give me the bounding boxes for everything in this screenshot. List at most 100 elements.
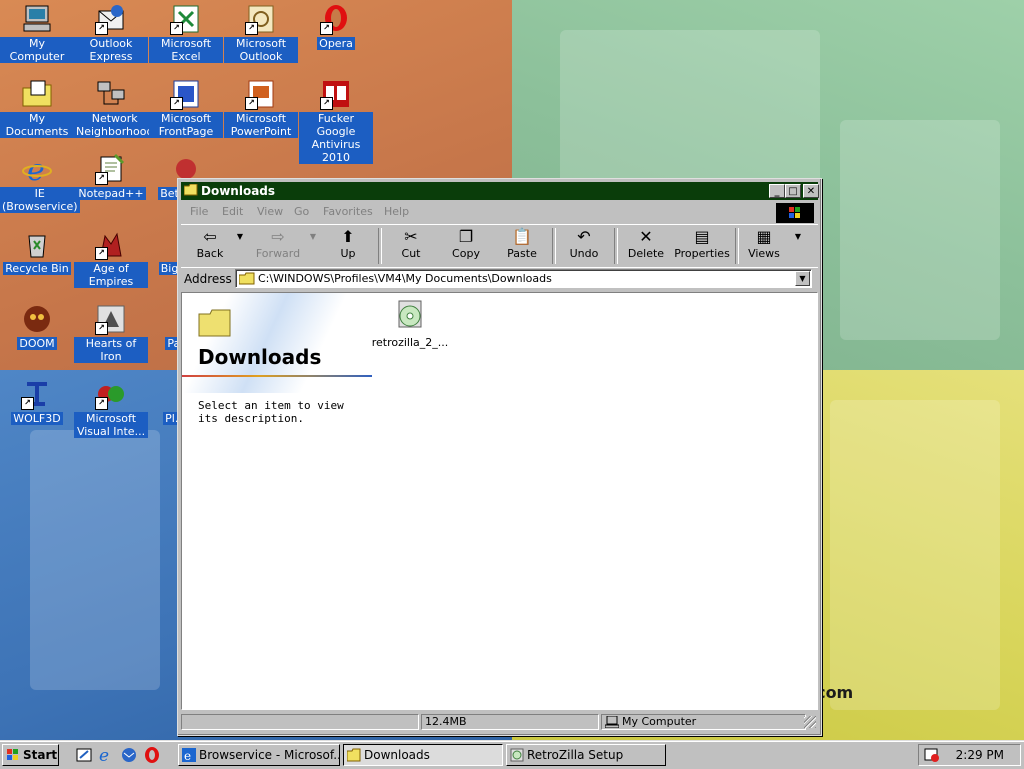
address-input[interactable]: C:\WINDOWS\Profiles\VM4\My Documents\Dow… bbox=[235, 269, 812, 288]
age-of-empires-icon: ↗ bbox=[95, 228, 127, 260]
folder-view[interactable]: Downloads Select an item to view its des… bbox=[181, 292, 818, 710]
desktop-icon-microsoft-frontpage[interactable]: ↗ Microsoft FrontPage bbox=[149, 78, 223, 138]
menu-help[interactable]: Help bbox=[384, 205, 409, 218]
scheduler-icon[interactable] bbox=[924, 748, 940, 762]
maximize-button[interactable]: □ bbox=[785, 184, 801, 198]
toolbar-separator bbox=[614, 228, 618, 264]
menu-favorites[interactable]: Favorites bbox=[323, 205, 373, 218]
status-bar: 12.4MB My Computer bbox=[181, 712, 818, 732]
desktop-icon-visual-interdev[interactable]: ↗ Microsoft Visual Inte... bbox=[74, 378, 148, 438]
desktop-icon-label: My Documents bbox=[0, 112, 74, 138]
desktop-icon-doom[interactable]: DOOM bbox=[0, 303, 74, 350]
desktop-icon-network-neighborhood[interactable]: Network Neighborhood bbox=[74, 78, 156, 138]
task-downloads[interactable]: Downloads bbox=[343, 744, 503, 766]
web-panel-divider bbox=[182, 375, 372, 377]
folder-icon bbox=[184, 184, 198, 196]
minimize-button[interactable]: _ bbox=[769, 184, 785, 198]
address-dropdown-button[interactable]: ▼ bbox=[795, 271, 810, 286]
desktop-icon-notepad-plus-plus[interactable]: ↗ Notepad++ bbox=[74, 153, 148, 200]
explorer-window[interactable]: Downloads _ □ ✕ File Edit View Go Favori… bbox=[177, 178, 822, 736]
desktop-icon-opera[interactable]: ↗ Opera bbox=[299, 3, 373, 50]
wolf3d-icon: ↗ bbox=[21, 378, 53, 410]
web-panel-description: Select an item to view its description. bbox=[198, 399, 344, 425]
file-item[interactable]: retrozilla_2_... bbox=[370, 299, 450, 349]
window-titlebar[interactable]: Downloads _ □ ✕ bbox=[181, 182, 819, 200]
desktop-icon-label: IE (Browservice) bbox=[0, 187, 80, 213]
outlook-express-icon[interactable] bbox=[120, 746, 138, 764]
windows-flag-icon bbox=[7, 749, 18, 760]
window-title: Downloads bbox=[201, 184, 276, 198]
internet-explorer-icon[interactable]: e bbox=[97, 746, 115, 766]
desktop-icon-antivirus[interactable]: ↗ Fucker Google Antivirus 2010 bbox=[299, 78, 373, 164]
desktop-icon-microsoft-outlook[interactable]: ↗ Microsoft Outlook bbox=[224, 3, 298, 63]
desktop-icon-microsoft-excel[interactable]: ↗ Microsoft Excel bbox=[149, 3, 223, 63]
web-panel-title: Downloads bbox=[198, 345, 322, 369]
dropdown-arrow-icon: ▼ bbox=[794, 232, 802, 241]
undo-icon: ↶ bbox=[577, 227, 591, 246]
desktop-icon-label: Network Neighborhood bbox=[74, 112, 156, 138]
back-arrow-icon: ⇦ bbox=[203, 227, 217, 246]
desktop-icon-ie-browservice[interactable]: e IE (Browservice) bbox=[0, 153, 80, 213]
folder-icon bbox=[239, 272, 255, 285]
delete-button[interactable]: ✕ Delete bbox=[619, 227, 673, 265]
desktop-icon-hearts-of-iron[interactable]: ↗ Hearts of Iron bbox=[74, 303, 148, 363]
computer-icon bbox=[605, 716, 619, 728]
folder-icon bbox=[347, 748, 361, 762]
undo-button[interactable]: ↶ Undo bbox=[557, 227, 611, 265]
desktop-icon-label: WOLF3D bbox=[11, 412, 63, 425]
setup-installer-icon bbox=[398, 300, 422, 328]
outlook-express-icon: ↗ bbox=[95, 3, 127, 35]
views-dropdown[interactable]: ▼ bbox=[791, 227, 805, 265]
powerpoint-icon: ↗ bbox=[245, 78, 277, 110]
task-retrozilla-setup[interactable]: RetroZilla Setup bbox=[506, 744, 666, 766]
windows-logo-icon bbox=[776, 203, 814, 223]
status-location-text: My Computer bbox=[622, 715, 697, 728]
excel-icon: ↗ bbox=[170, 3, 202, 35]
copy-button[interactable]: ❐ Copy bbox=[439, 227, 493, 265]
back-dropdown[interactable]: ▼ bbox=[233, 227, 247, 265]
views-button[interactable]: ▦ Views bbox=[737, 227, 791, 265]
menu-go[interactable]: Go bbox=[294, 205, 309, 218]
desktop-icon-label: Microsoft Visual Inte... bbox=[74, 412, 148, 438]
properties-button[interactable]: ▤ Properties bbox=[671, 227, 733, 265]
hearts-of-iron-icon: ↗ bbox=[95, 303, 127, 335]
toolbar: ⇦ Back ▼ ⇨ Forward ▼ ⬆ Up ✂ Cut ❐ Copy 📋 Paste… bbox=[181, 224, 818, 268]
system-tray: 2:29 PM bbox=[918, 744, 1021, 766]
menu-edit[interactable]: Edit bbox=[222, 205, 243, 218]
folder-documents-icon bbox=[21, 78, 53, 110]
opera-icon[interactable] bbox=[143, 746, 161, 764]
desktop-icon-label: My Computer bbox=[0, 37, 74, 63]
back-button[interactable]: ⇦ Back bbox=[183, 227, 237, 265]
file-name: retrozilla_2_... bbox=[371, 336, 449, 349]
show-desktop-icon[interactable] bbox=[75, 746, 93, 764]
menu-view[interactable]: View bbox=[257, 205, 283, 218]
desktop-icon-my-documents[interactable]: My Documents bbox=[0, 78, 74, 138]
desktop-icon-recycle-bin[interactable]: Recycle Bin bbox=[0, 228, 74, 275]
desktop-icon-label: Opera bbox=[317, 37, 355, 50]
resize-grip[interactable] bbox=[804, 716, 816, 728]
dropdown-arrow-icon: ▼ bbox=[309, 232, 317, 241]
address-bar: Address C:\WINDOWS\Profiles\VM4\My Docum… bbox=[181, 267, 818, 290]
copy-icon: ❐ bbox=[458, 227, 474, 246]
clock[interactable]: 2:29 PM bbox=[956, 748, 1004, 762]
forward-dropdown[interactable]: ▼ bbox=[306, 227, 320, 265]
cut-button[interactable]: ✂ Cut bbox=[384, 227, 438, 265]
status-location: My Computer bbox=[601, 714, 806, 730]
desktop-icon-label: Microsoft PowerPoint bbox=[224, 112, 298, 138]
desktop-icon-my-computer[interactable]: My Computer bbox=[0, 3, 74, 63]
desktop-icon-label: Microsoft FrontPage bbox=[149, 112, 223, 138]
status-size: 12.4MB bbox=[421, 714, 599, 730]
close-button[interactable]: ✕ bbox=[803, 184, 819, 198]
desktop-icon-wolf3d[interactable]: ↗ WOLF3D bbox=[0, 378, 74, 425]
web-view-panel bbox=[182, 293, 372, 393]
forward-button[interactable]: ⇨ Forward bbox=[251, 227, 305, 265]
menu-file[interactable]: File bbox=[190, 205, 208, 218]
paste-button[interactable]: 📋 Paste bbox=[495, 227, 549, 265]
up-button[interactable]: ⬆ Up bbox=[321, 227, 375, 265]
start-button[interactable]: Start bbox=[2, 744, 59, 766]
desktop-icon-age-of-empires[interactable]: ↗ Age of Empires bbox=[74, 228, 148, 288]
task-browservice[interactable]: e Browservice - Microsof... bbox=[178, 744, 340, 766]
desktop-icon-outlook-express[interactable]: ↗ Outlook Express bbox=[74, 3, 148, 63]
desktop-icon-label: Fucker Google Antivirus 2010 bbox=[299, 112, 373, 164]
desktop-icon-microsoft-powerpoint[interactable]: ↗ Microsoft PowerPoint bbox=[224, 78, 298, 138]
